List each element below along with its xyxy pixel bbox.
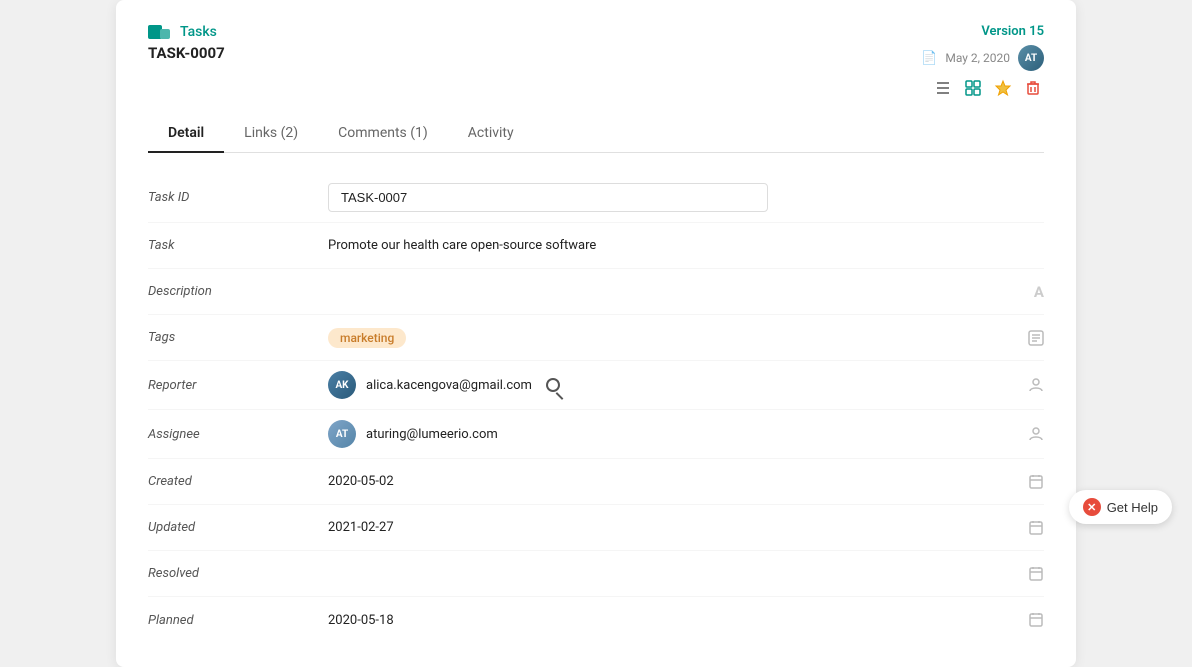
task-id-input[interactable] (328, 183, 768, 212)
list-view-button[interactable] (932, 77, 954, 99)
delete-button[interactable] (1022, 77, 1044, 99)
tags-icon (1014, 330, 1044, 346)
value-tags: marketing (328, 328, 1014, 348)
planned-icon (1014, 612, 1044, 628)
grid-view-button[interactable] (962, 77, 984, 99)
label-task: Task (148, 238, 328, 253)
version-row: Version 15 (981, 24, 1044, 39)
tab-comments[interactable]: Comments (1) (318, 115, 448, 153)
tab-activity[interactable]: Activity (448, 115, 534, 153)
label-updated: Updated (148, 520, 328, 535)
label-resolved: Resolved (148, 566, 328, 581)
field-description: Description A (148, 269, 1044, 315)
tab-detail[interactable]: Detail (148, 115, 224, 153)
value-task-id (328, 183, 1014, 212)
label-created: Created (148, 474, 328, 489)
cursor-icon (546, 378, 560, 392)
reporter-email: alica.kacengova@gmail.com (366, 378, 532, 393)
field-assignee: Assignee AT aturing@lumeerio.com (148, 410, 1044, 459)
assignee-icon (1014, 426, 1044, 442)
value-reporter: AK alica.kacengova@gmail.com (328, 371, 1014, 399)
field-task: Task Promote our health care open-source… (148, 223, 1044, 269)
label-reporter: Reporter (148, 378, 328, 393)
favorite-button[interactable] (992, 77, 1014, 99)
updated-icon (1014, 520, 1044, 536)
date-label: May 2, 2020 (945, 51, 1010, 65)
label-planned: Planned (148, 613, 328, 628)
label-tags: Tags (148, 330, 328, 345)
value-assignee: AT aturing@lumeerio.com (328, 420, 1014, 448)
tasks-icon (148, 25, 170, 39)
card-header: Tasks TASK-0007 Version 15 📄 May 2, 2020… (148, 24, 1044, 99)
field-tags: Tags marketing (148, 315, 1044, 361)
help-label: Get Help (1107, 500, 1158, 515)
value-created: 2020-05-02 (328, 474, 1014, 489)
value-task: Promote our health care open-source soft… (328, 238, 1014, 253)
version-label: Version 15 (981, 24, 1044, 39)
description-icon: A (1014, 283, 1044, 301)
reporter-cell: AK alica.kacengova@gmail.com (328, 371, 1014, 399)
field-resolved: Resolved (148, 551, 1044, 597)
help-icon: ✕ (1083, 498, 1101, 516)
value-planned: 2020-05-18 (328, 613, 1014, 628)
breadcrumb: Tasks (148, 24, 225, 40)
get-help-button[interactable]: ✕ Get Help (1069, 490, 1172, 524)
header-right: Version 15 📄 May 2, 2020 AT (921, 24, 1044, 99)
assignee-email: aturing@lumeerio.com (366, 427, 498, 442)
created-icon (1014, 474, 1044, 490)
reporter-avatar: AK (328, 371, 356, 399)
task-id-heading: TASK-0007 (148, 44, 225, 62)
label-description: Description (148, 284, 328, 299)
field-reporter: Reporter AK alica.kacengova@gmail.com (148, 361, 1044, 410)
label-task-id: Task ID (148, 190, 328, 205)
field-updated: Updated 2021-02-27 (148, 505, 1044, 551)
label-assignee: Assignee (148, 427, 328, 442)
document-icon: 📄 (921, 51, 937, 66)
toolbar (932, 77, 1044, 99)
field-planned: Planned 2020-05-18 (148, 597, 1044, 643)
task-detail-card: Tasks TASK-0007 Version 15 📄 May 2, 2020… (116, 0, 1076, 667)
avatar: AT (1018, 45, 1044, 71)
tag-marketing[interactable]: marketing (328, 328, 406, 348)
tabs-bar: Detail Links (2) Comments (1) Activity (148, 115, 1044, 153)
resolved-icon (1014, 566, 1044, 582)
field-task-id: Task ID (148, 173, 1044, 223)
date-row: 📄 May 2, 2020 AT (921, 45, 1044, 71)
tab-links[interactable]: Links (2) (224, 115, 318, 153)
assignee-cell: AT aturing@lumeerio.com (328, 420, 1014, 448)
field-created: Created 2020-05-02 (148, 459, 1044, 505)
assignee-avatar: AT (328, 420, 356, 448)
value-updated: 2021-02-27 (328, 520, 1014, 535)
fields-section: Task ID Task Promote our health care ope… (148, 173, 1044, 643)
breadcrumb-label: Tasks (180, 24, 217, 40)
breadcrumb-section: Tasks TASK-0007 (148, 24, 225, 62)
reporter-icon (1014, 377, 1044, 393)
